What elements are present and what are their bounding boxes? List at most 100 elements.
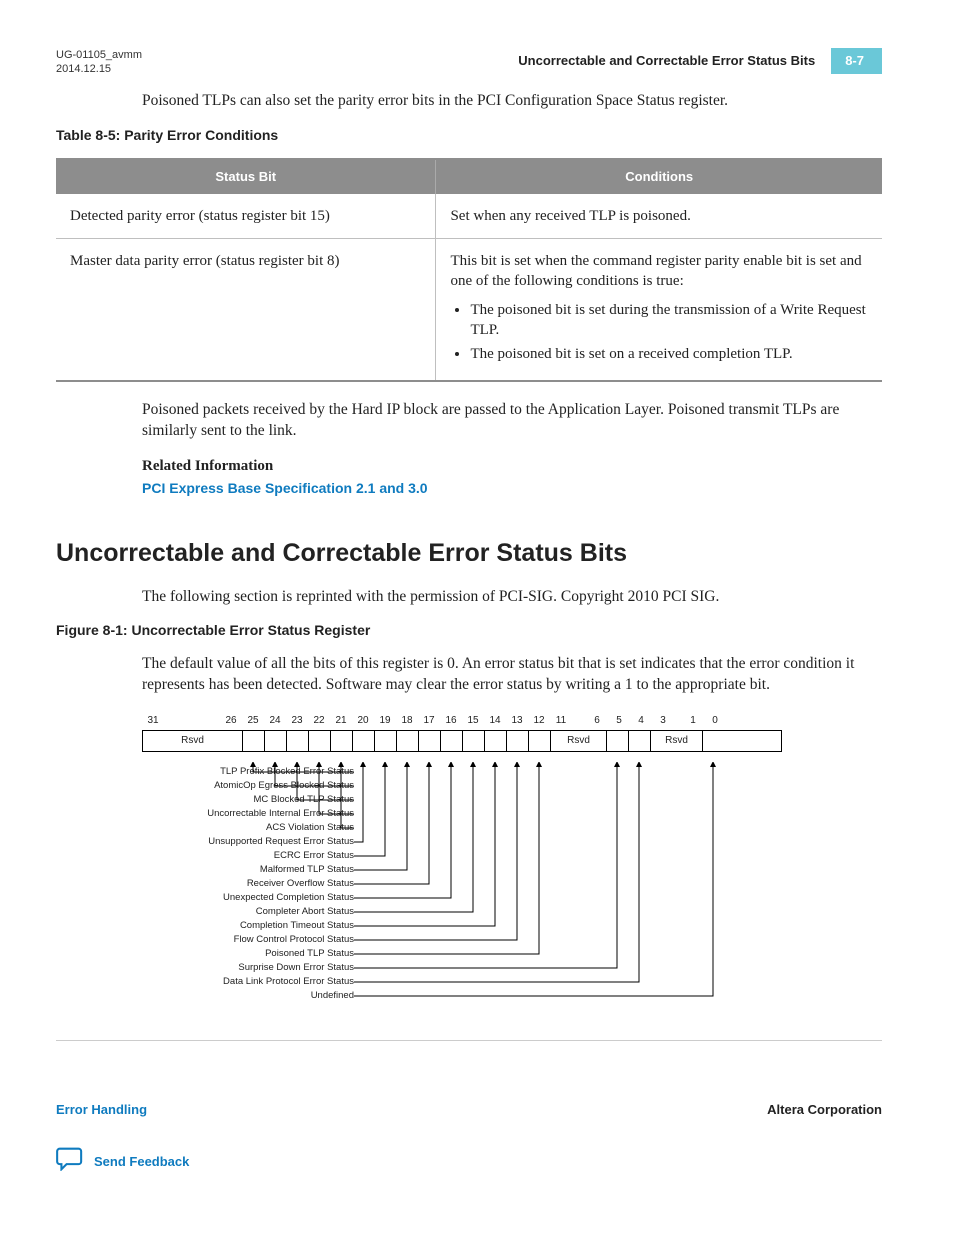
reg-label: ACS Violation Status: [266, 822, 354, 835]
section-rule: [56, 1040, 882, 1041]
reg-label: Receiver Overflow Status: [247, 878, 354, 891]
figure-desc: The default value of all the bits of thi…: [142, 654, 882, 696]
bit-box: [485, 731, 507, 751]
reg-label: Poisoned TLP Status: [265, 948, 354, 961]
register-diagram: 31 26 25 24 23 22 21 20 19 18 17 16 15 1…: [142, 714, 782, 1022]
rsvd-box: Rsvd: [551, 731, 607, 751]
feedback-icon: [56, 1147, 84, 1177]
bitnum: 19: [374, 714, 396, 728]
list-item: The poisoned bit is set during the trans…: [470, 300, 868, 341]
bitnum: 24: [264, 714, 286, 728]
bit-box: [309, 731, 331, 751]
bit-box: [629, 731, 651, 751]
bitnum: 20: [352, 714, 374, 728]
page-footer: Error Handling Altera Corporation: [56, 1101, 882, 1119]
col-header-conditions: Conditions: [436, 159, 882, 194]
register-labels: TLP Prefix Blocked Error Status AtomicOp…: [142, 762, 782, 1022]
bitnum: 11: [550, 714, 572, 728]
cond-intro: This bit is set when the command registe…: [450, 251, 868, 292]
bitnum: 26: [220, 714, 242, 728]
bit-box: [397, 731, 419, 751]
bitnum: 21: [330, 714, 352, 728]
table-row: Master data parity error (status registe…: [56, 239, 882, 382]
send-feedback-link[interactable]: Send Feedback: [94, 1153, 189, 1171]
reg-label: TLP Prefix Blocked Error Status: [220, 766, 354, 779]
bit-box: [265, 731, 287, 751]
related-info-block: Related Information PCI Express Base Spe…: [142, 456, 882, 499]
col-header-status: Status Bit: [56, 159, 436, 194]
bit-box: [287, 731, 309, 751]
header-right: Uncorrectable and Correctable Error Stat…: [518, 48, 882, 74]
footer-right: Altera Corporation: [767, 1101, 882, 1119]
bit-number-row: 31 26 25 24 23 22 21 20 19 18 17 16 15 1…: [142, 714, 782, 730]
bitnum: 12: [528, 714, 550, 728]
reg-label: Completer Abort Status: [256, 906, 354, 919]
feedback-block: Send Feedback: [56, 1147, 882, 1177]
footer-left-link[interactable]: Error Handling: [56, 1102, 147, 1117]
bitnum: 1: [682, 714, 704, 728]
rsvd-box: Rsvd: [651, 731, 703, 751]
table-caption: Table 8-5: Parity Error Conditions: [56, 126, 882, 145]
bitnum: 23: [286, 714, 308, 728]
page-number-badge: 8-7: [831, 48, 882, 74]
reg-label: Uncorrectable Internal Error Status: [207, 808, 354, 821]
bitnum: 18: [396, 714, 418, 728]
cell-condition: Set when any received TLP is poisoned.: [436, 194, 882, 239]
after-table-paragraph: Poisoned packets received by the Hard IP…: [142, 400, 882, 442]
parity-error-table: Status Bit Conditions Detected parity er…: [56, 158, 882, 382]
reg-label: Completion Timeout Status: [240, 920, 354, 933]
reg-label: AtomicOp Egress Blocked Status: [214, 780, 354, 793]
bitnum: 13: [506, 714, 528, 728]
reg-label: Unsupported Request Error Status: [208, 836, 354, 849]
table-row: Detected parity error (status register b…: [56, 194, 882, 239]
doc-id: UG-01105_avmm: [56, 48, 142, 62]
doc-id-block: UG-01105_avmm 2014.12.15: [56, 48, 142, 77]
bitnum: 31: [142, 714, 164, 728]
list-item: The poisoned bit is set on a received co…: [470, 344, 868, 364]
bitnum: 3: [652, 714, 674, 728]
section-intro: The following section is reprinted with …: [142, 587, 882, 608]
reg-label: Surprise Down Error Status: [238, 962, 354, 975]
bitnum: 6: [586, 714, 608, 728]
related-heading: Related Information: [142, 456, 882, 476]
bitnum: 25: [242, 714, 264, 728]
bit-box: [703, 731, 725, 751]
bit-box: [607, 731, 629, 751]
register-box-row: Rsvd Rsvd Rsvd: [142, 730, 782, 752]
bitnum: 0: [704, 714, 726, 728]
reg-label: MC Blocked TLP Status: [253, 794, 354, 807]
doc-date: 2014.12.15: [56, 62, 142, 76]
bitnum: 4: [630, 714, 652, 728]
bitnum: 14: [484, 714, 506, 728]
bitnum: 5: [608, 714, 630, 728]
bit-box: [243, 731, 265, 751]
running-title: Uncorrectable and Correctable Error Stat…: [518, 52, 815, 70]
figure-caption: Figure 8-1: Uncorrectable Error Status R…: [56, 621, 882, 640]
reg-label: Malformed TLP Status: [260, 864, 354, 877]
bit-box: [375, 731, 397, 751]
bitnum: 15: [462, 714, 484, 728]
reg-label: ECRC Error Status: [274, 850, 354, 863]
reg-label: Undefined: [311, 990, 354, 1003]
bitnum: 22: [308, 714, 330, 728]
cell-condition: This bit is set when the command registe…: [436, 239, 882, 382]
bit-box: [353, 731, 375, 751]
reg-label: Unexpected Completion Status: [223, 892, 354, 905]
bit-box: [419, 731, 441, 751]
cell-status: Master data parity error (status registe…: [56, 239, 436, 382]
bitnum: 17: [418, 714, 440, 728]
reg-label: Flow Control Protocol Status: [234, 934, 354, 947]
reg-label: Data Link Protocol Error Status: [223, 976, 354, 989]
bit-box: [463, 731, 485, 751]
related-link[interactable]: PCI Express Base Specification 2.1 and 3…: [142, 480, 428, 496]
bit-box: [441, 731, 463, 751]
cell-status: Detected parity error (status register b…: [56, 194, 436, 239]
intro-paragraph: Poisoned TLPs can also set the parity er…: [142, 91, 882, 112]
bitnum: 16: [440, 714, 462, 728]
bit-box: [507, 731, 529, 751]
bit-box: [529, 731, 551, 751]
page-header: UG-01105_avmm 2014.12.15 Uncorrectable a…: [56, 48, 882, 77]
cond-list: The poisoned bit is set during the trans…: [450, 300, 868, 365]
section-heading: Uncorrectable and Correctable Error Stat…: [56, 537, 882, 571]
bit-box: [331, 731, 353, 751]
